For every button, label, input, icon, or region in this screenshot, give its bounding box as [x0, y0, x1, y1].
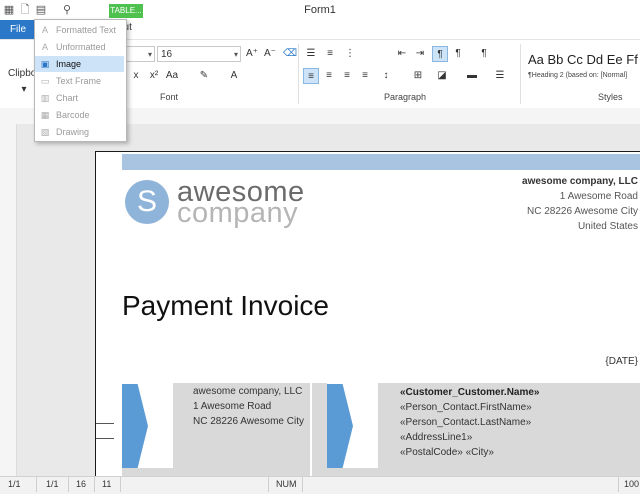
status-separator [268, 477, 269, 492]
menu-item-chart[interactable]: ▥ Chart [35, 90, 124, 106]
tab-file[interactable]: File [0, 20, 36, 39]
recipient-address: «AddressLine1» [400, 432, 473, 443]
date-field: {DATE} [605, 356, 638, 367]
text-frame-icon: ▭ [40, 76, 50, 86]
status-separator [618, 477, 619, 492]
status-page: 1/1 [8, 479, 21, 489]
ribbon-separator [520, 44, 521, 104]
border-width-icon[interactable]: ☰ [492, 68, 508, 84]
sender-city: NC 28226 Awesome City [193, 416, 304, 427]
window-title: Form1 [304, 4, 336, 16]
status-num: NUM [276, 479, 297, 489]
numbering-icon[interactable]: ≡ [322, 46, 338, 62]
insert-menu-icon[interactable]: ▤ [34, 3, 48, 17]
status-separator [302, 477, 303, 492]
shading-icon[interactable]: ◪ [434, 68, 450, 84]
show-marks-icon[interactable]: ¶ [476, 46, 492, 62]
menu-item-image[interactable]: ▣ Image [35, 56, 124, 72]
decrease-indent-icon[interactable]: ⇤ [394, 46, 410, 62]
menu-item-formatted-text[interactable]: A Formatted Text [35, 22, 124, 38]
align-center-icon[interactable]: ≡ [321, 68, 337, 84]
bullets-icon[interactable]: ☰ [303, 46, 319, 62]
strikethrough-icon[interactable]: x [128, 68, 144, 84]
font-name-combo[interactable]: ▾ [125, 46, 155, 62]
logo-mark: S [125, 180, 169, 224]
menu-item-label: Drawing [56, 127, 90, 137]
table-context-tab[interactable]: TABLE... [109, 4, 143, 18]
superscript-icon[interactable]: x² [146, 68, 162, 84]
align-right-icon[interactable]: ≡ [339, 68, 355, 84]
status-column: 11 [102, 479, 112, 489]
status-separator [94, 477, 95, 492]
styles-sample: Aa Bb Cc Dd Ee Ff [528, 52, 638, 67]
border-color-icon[interactable]: ▬ [464, 68, 480, 84]
font-size-value: 16 [161, 49, 173, 60]
unformatted-text-icon: A [41, 42, 48, 52]
status-separator [68, 477, 69, 492]
company-country: United States [577, 221, 638, 232]
clear-format-icon[interactable]: ⌫ [282, 46, 298, 62]
justify-icon[interactable]: ≡ [357, 68, 373, 84]
binoculars-icon[interactable]: ⚲ [60, 3, 74, 17]
status-section: 1/1 [46, 479, 59, 489]
insert-dropdown-menu: A Formatted Text A Unformatted Text ▣ Im… [34, 19, 127, 142]
menu-item-drawing[interactable]: ▧ Drawing [35, 124, 124, 140]
sender-name: awesome company, LLC [193, 386, 303, 397]
formatted-text-icon: A [41, 25, 48, 35]
company-city: NC 28226 Awesome City [527, 206, 638, 217]
styles-caption: ¶Heading 2 (based on: [Normal] [528, 72, 628, 79]
status-separator [36, 477, 37, 492]
image-icon: ▣ [40, 59, 50, 69]
company-street: 1 Awesome Road [559, 191, 638, 202]
menu-item-label: Barcode [56, 110, 90, 120]
ltr-icon[interactable]: ¶ [432, 46, 448, 62]
menu-item-label: Text Frame [56, 76, 102, 86]
increase-indent-icon[interactable]: ⇥ [412, 46, 428, 62]
recipient-name: «Customer_Customer.Name» [400, 387, 540, 398]
drawing-icon: ▧ [40, 127, 50, 137]
font-size-combo[interactable]: 16 ▾ [157, 46, 241, 62]
vertical-ruler[interactable] [0, 124, 17, 476]
header-band [122, 154, 640, 170]
logo-line2: company [177, 197, 299, 229]
recipient-last-name: «Person_Contact.LastName» [400, 417, 532, 428]
change-case-icon[interactable]: Aa [164, 68, 180, 84]
highlight-icon[interactable]: ✎ [196, 68, 212, 84]
font-color-icon[interactable]: A [226, 68, 242, 84]
invoice-title: Payment Invoice [122, 290, 329, 321]
shrink-font-icon[interactable]: A⁻ [262, 46, 278, 62]
status-zoom[interactable]: 100 [624, 479, 640, 489]
styles-group-label: Styles [598, 92, 623, 102]
grow-font-icon[interactable]: A⁺ [244, 46, 260, 62]
new-document-icon[interactable]: 🗋 [18, 3, 32, 17]
borders-icon[interactable]: ⊞ [410, 68, 426, 84]
recipient-first-name: «Person_Contact.FirstName» [400, 402, 532, 413]
table-margin-marker [96, 423, 114, 439]
rtl-icon[interactable]: ¶ [450, 46, 466, 62]
title-bar: Form1 [0, 0, 640, 20]
chart-icon: ▥ [40, 93, 50, 103]
align-left-icon[interactable]: ≡ [303, 68, 319, 84]
status-bar [0, 476, 640, 494]
sender-street: 1 Awesome Road [193, 401, 272, 412]
menu-item-barcode[interactable]: ▦ Barcode [35, 107, 124, 123]
app-icon: ▦ [3, 4, 15, 16]
font-group-label: Font [160, 92, 179, 102]
menu-item-label: Image [56, 59, 82, 69]
line-spacing-icon[interactable]: ↕ [378, 68, 394, 84]
menu-item-label: Formatted Text [56, 25, 116, 35]
table-divider [310, 383, 312, 476]
multilevel-list-icon[interactable]: ⋮ [342, 46, 358, 62]
menu-item-label: Chart [56, 93, 79, 103]
ribbon-separator [298, 44, 299, 104]
menu-item-unformatted-text[interactable]: A Unformatted Text [35, 39, 124, 68]
company-name: awesome company, LLC [522, 176, 638, 187]
status-separator [120, 477, 121, 492]
paragraph-group-label: Paragraph [384, 92, 427, 102]
status-line: 16 [76, 479, 87, 489]
menu-item-text-frame[interactable]: ▭ Text Frame [35, 73, 124, 89]
clipboard-dropdown-icon[interactable]: ▾ [16, 82, 32, 98]
recipient-postal: «PostalCode» «City» [400, 447, 494, 458]
barcode-icon: ▦ [40, 110, 50, 120]
